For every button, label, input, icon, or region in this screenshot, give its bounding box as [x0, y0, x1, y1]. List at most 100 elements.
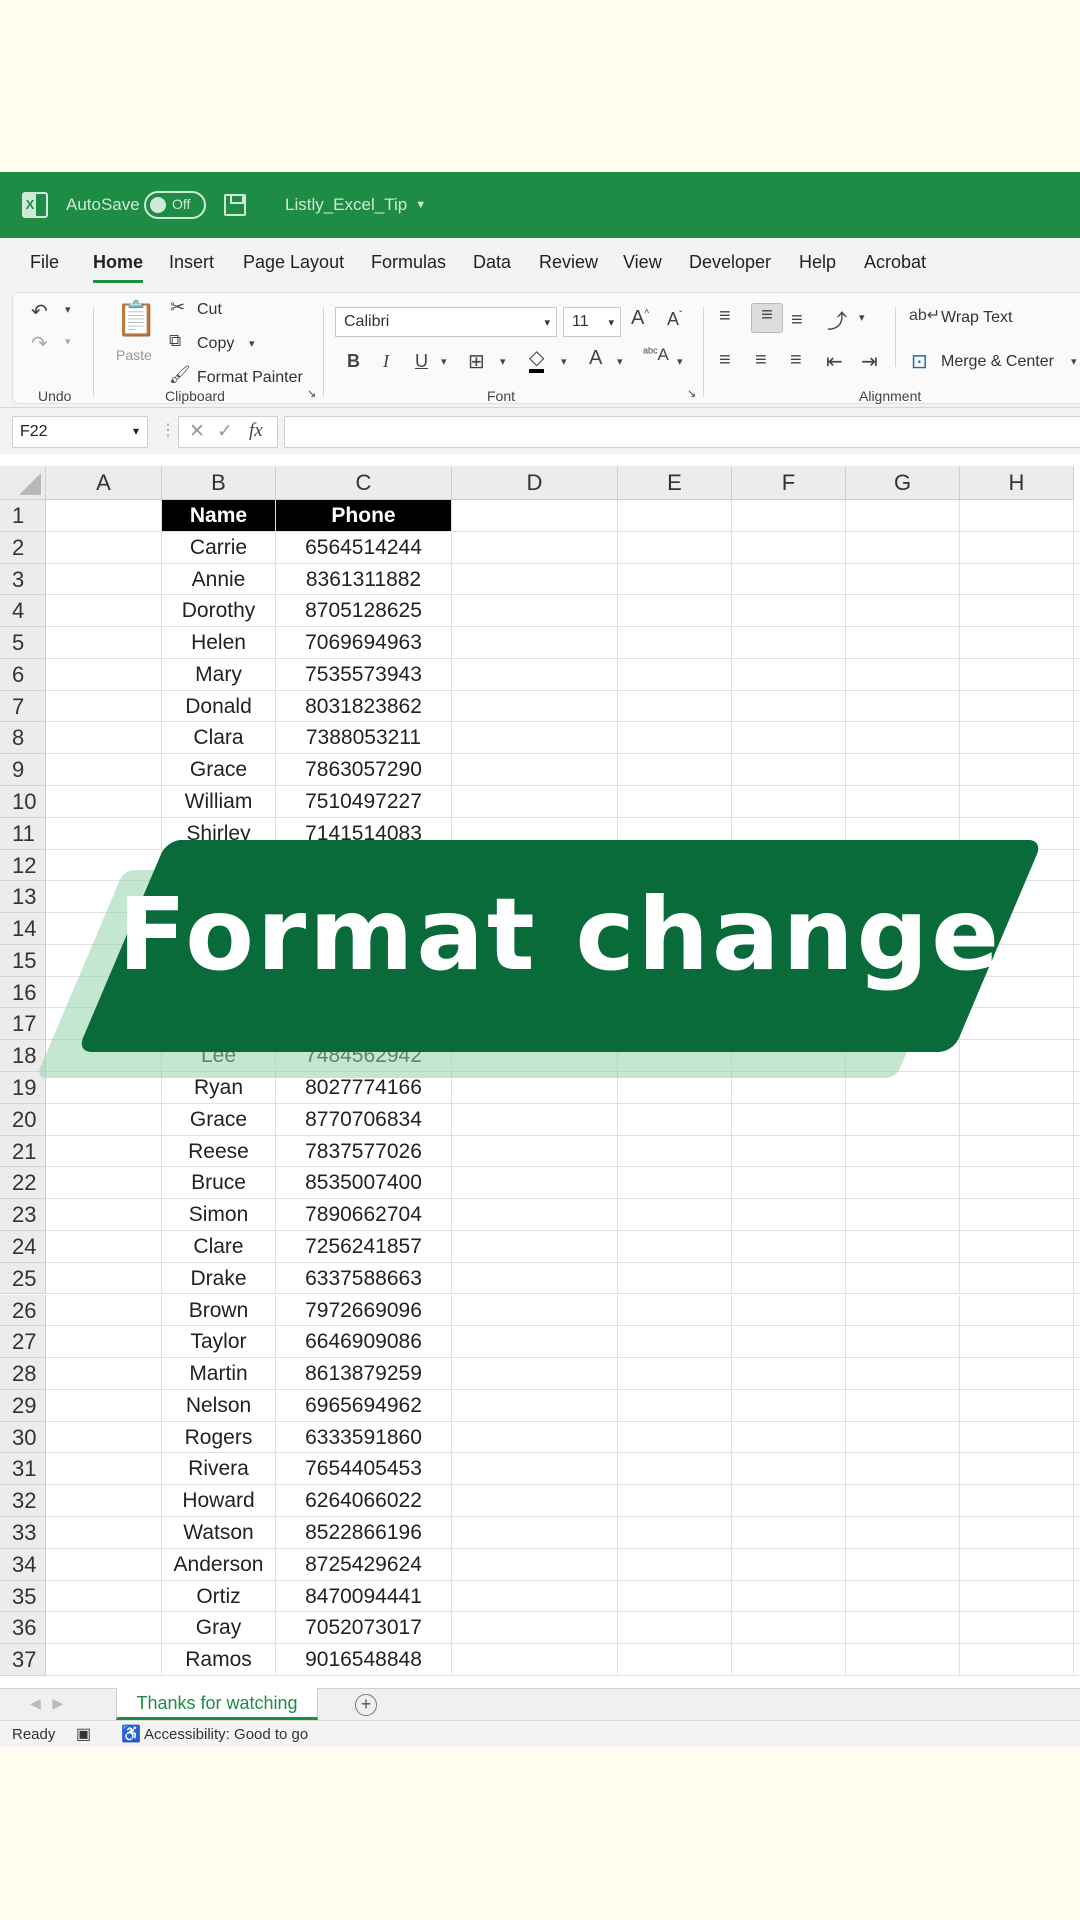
tab-data[interactable]: Data [473, 252, 511, 273]
cell-name[interactable]: Dorothy [162, 595, 276, 627]
cell-d[interactable] [452, 976, 618, 1008]
cell-name[interactable]: William [162, 786, 276, 817]
cell-e[interactable] [618, 1421, 732, 1453]
cell-d[interactable] [452, 1072, 618, 1103]
cell-a[interactable] [46, 1580, 162, 1612]
cell-name[interactable] [162, 849, 276, 881]
cell-phone[interactable]: 8535007400 [276, 1167, 452, 1199]
row-header[interactable]: 22 [0, 1167, 46, 1200]
cell-a[interactable] [46, 1262, 162, 1294]
cell-a[interactable] [46, 849, 162, 881]
cell-f[interactable] [732, 1358, 846, 1389]
cell-d[interactable] [452, 690, 618, 722]
cell-g[interactable] [846, 1326, 960, 1358]
row-header[interactable]: 36 [0, 1612, 46, 1645]
cell-name[interactable]: Ortiz [162, 1580, 276, 1612]
cell-h[interactable] [960, 1135, 1074, 1167]
cell-a[interactable] [46, 1167, 162, 1199]
cell-h[interactable] [960, 754, 1074, 785]
cell-h[interactable] [960, 1326, 1074, 1358]
cell-phone[interactable]: 7052073017 [276, 1612, 452, 1644]
cell-d[interactable] [452, 1230, 618, 1262]
cell-phone[interactable]: 7654405453 [276, 1453, 452, 1485]
cell-e[interactable] [618, 1135, 732, 1167]
wrap-text-icon[interactable]: ab↵ [909, 305, 940, 325]
row-header[interactable]: 6 [0, 658, 46, 691]
cell-h[interactable] [960, 1167, 1074, 1199]
cell-name[interactable]: Donald [162, 690, 276, 722]
cell-e[interactable] [618, 1262, 732, 1294]
cell-phone[interactable]: 8770706834 [276, 1103, 452, 1135]
cell-g[interactable] [846, 595, 960, 627]
column-header-c[interactable]: C [276, 466, 452, 500]
cell-e[interactable] [618, 1072, 732, 1103]
cell-f[interactable] [732, 1040, 846, 1072]
cell-h[interactable] [960, 531, 1074, 563]
tab-formulas[interactable]: Formulas [371, 252, 446, 273]
row-header[interactable]: 4 [0, 595, 46, 628]
dialog-launcher-icon[interactable]: ↘ [307, 387, 316, 400]
cell-h[interactable] [960, 1580, 1074, 1612]
cell-f[interactable] [732, 531, 846, 563]
cell-f[interactable] [732, 1453, 846, 1485]
header-name[interactable]: Name [162, 500, 276, 531]
cell-phone[interactable] [276, 944, 452, 976]
cell-g[interactable] [846, 658, 960, 690]
row-header[interactable]: 28 [0, 1358, 46, 1390]
copy-icon[interactable]: ⧉ [169, 331, 181, 351]
cell-h[interactable] [960, 1453, 1074, 1485]
italic-button[interactable]: I [383, 351, 389, 372]
cell-name[interactable]: Shirley [162, 817, 276, 849]
cell-a[interactable] [46, 1485, 162, 1516]
increase-indent-icon[interactable]: ⇥ [861, 349, 878, 374]
copy-button[interactable]: Copy [197, 335, 234, 353]
cell-a[interactable] [46, 976, 162, 1008]
cell-e[interactable] [618, 1453, 732, 1485]
cell-a[interactable] [46, 1040, 162, 1072]
cell-e[interactable] [618, 913, 732, 944]
cell-d[interactable] [452, 1389, 618, 1421]
cell-g[interactable] [846, 1230, 960, 1262]
cell-a[interactable] [46, 944, 162, 976]
font-name-select[interactable]: Calibri ▾ [335, 307, 557, 337]
cell-a[interactable] [46, 1516, 162, 1548]
row-header[interactable]: 2 [0, 531, 46, 564]
row-header[interactable]: 1 [0, 500, 46, 532]
row-header[interactable]: 23 [0, 1199, 46, 1231]
cell-name[interactable]: Rivera [162, 1453, 276, 1485]
cell-a[interactable] [46, 531, 162, 563]
cell-h[interactable] [960, 1389, 1074, 1421]
merge-dropdown-icon[interactable]: ▾ [1071, 355, 1077, 368]
cell-h[interactable] [960, 1548, 1074, 1580]
cell-g[interactable] [846, 817, 960, 849]
cell-e[interactable] [618, 531, 732, 563]
cell-g[interactable] [846, 627, 960, 658]
formula-input[interactable] [284, 416, 1080, 448]
row-header[interactable]: 25 [0, 1262, 46, 1295]
cell-g[interactable] [846, 1548, 960, 1580]
cell-g[interactable] [846, 1008, 960, 1040]
cell-g[interactable] [846, 1199, 960, 1230]
select-all-button[interactable] [0, 466, 46, 500]
row-header[interactable]: 7 [0, 690, 46, 723]
cell-e[interactable] [618, 1230, 732, 1262]
row-header[interactable]: 33 [0, 1516, 46, 1549]
cell-h[interactable] [960, 881, 1074, 913]
row-header[interactable]: 27 [0, 1326, 46, 1359]
cell-name[interactable]: Helen [162, 627, 276, 658]
top-align-icon[interactable]: ≡ [719, 305, 731, 328]
enter-icon[interactable]: ✓ [217, 420, 233, 443]
cell-d[interactable] [452, 1358, 618, 1389]
cell-d[interactable] [452, 1516, 618, 1548]
cell-h[interactable] [960, 944, 1074, 976]
row-header[interactable]: 19 [0, 1072, 46, 1104]
cell-d[interactable] [452, 1294, 618, 1326]
cell-a[interactable] [46, 595, 162, 627]
cell-f[interactable] [732, 1612, 846, 1644]
cell-a[interactable] [46, 1135, 162, 1167]
cell-h[interactable] [960, 1294, 1074, 1326]
underline-dropdown-icon[interactable]: ▾ [441, 355, 447, 368]
format-painter-icon[interactable]: 🖌 [169, 365, 191, 385]
align-left-icon[interactable]: ≡ [719, 349, 731, 372]
borders-dropdown-icon[interactable]: ▾ [500, 355, 506, 368]
